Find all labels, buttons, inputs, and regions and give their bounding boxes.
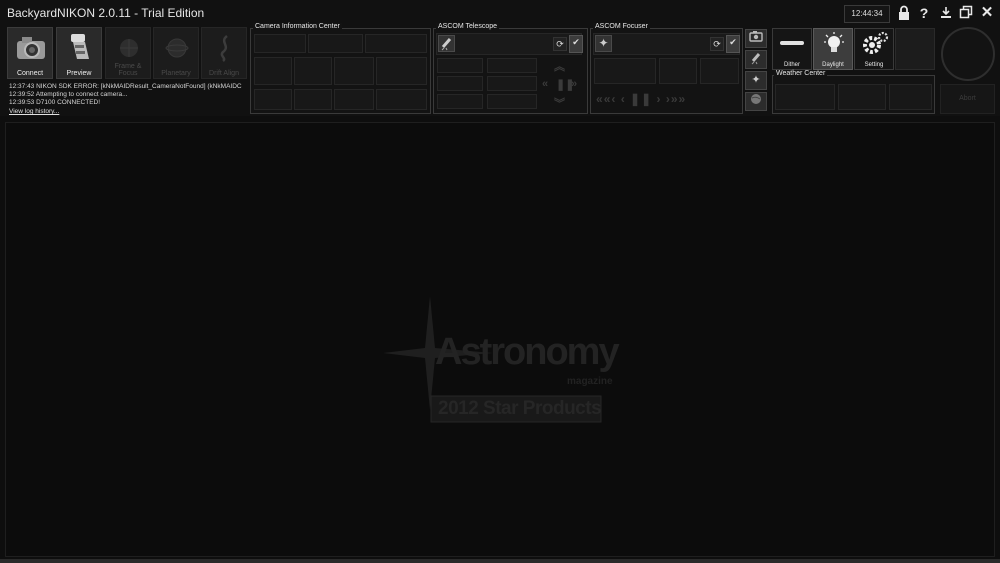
focuser-readout <box>700 58 739 84</box>
frame-focus-button[interactable]: Frame & Focus <box>105 27 151 79</box>
globe-side-icon[interactable] <box>745 92 767 111</box>
camera-info-cell <box>365 34 427 53</box>
camera-info-cell <box>294 89 332 110</box>
preview-button[interactable]: Preview <box>56 27 102 79</box>
logo-award: 2012 Star Products <box>438 398 602 419</box>
drift-align-label: Drift Align <box>209 70 239 77</box>
setting-label: Setting <box>864 62 884 68</box>
star-side-icon[interactable]: ✦ <box>745 71 767 90</box>
dither-label: Dither <box>783 62 800 68</box>
camera-icon <box>15 32 47 67</box>
focus-out-icon[interactable]: » <box>671 92 679 106</box>
telescope-icon <box>438 35 455 52</box>
daylight-button[interactable]: Daylight <box>813 28 853 70</box>
focuser-move-controls[interactable]: ««‹ ‹ ❚❚ › ›»» <box>596 92 740 108</box>
log-line: 12:37:43 NIKON SDK ERROR: [kNkMAIDResult… <box>9 83 242 90</box>
slew-left-icon[interactable]: « <box>542 78 548 90</box>
drift-align-icon <box>217 34 233 67</box>
telescope-readout <box>487 94 537 109</box>
telescope-readout <box>437 76 483 91</box>
telescope-title: ASCOM Telescope <box>436 23 500 30</box>
focus-out-fast-icon[interactable]: » <box>679 92 687 106</box>
focuser-readout <box>659 58 697 84</box>
focus-stop-icon[interactable]: ❚❚ <box>630 92 652 106</box>
connect-label: Connect <box>16 70 44 77</box>
empty-mode-slot <box>895 28 935 70</box>
minimize-icon[interactable] <box>938 5 954 21</box>
camera-info-cell <box>376 89 427 110</box>
drift-align-button[interactable]: Drift Align <box>201 27 247 79</box>
preview-label: Preview <box>66 70 92 77</box>
camera-info-title: Camera Information Center <box>253 23 342 30</box>
clock-display: 12:44:34 <box>844 5 890 23</box>
window-title: BackyardNIKON 2.0.11 - Trial Edition <box>7 6 205 20</box>
close-icon[interactable]: ✕ <box>979 5 995 21</box>
planetary-button[interactable]: Planetary <box>153 27 199 79</box>
planet-icon <box>165 36 189 65</box>
setting-button[interactable]: Setting <box>854 28 894 70</box>
focus-in-fast-icon[interactable]: « <box>596 92 604 106</box>
camera-info-cell <box>308 34 363 53</box>
telescope-readout <box>487 58 537 73</box>
telescope-side-icon[interactable] <box>745 50 767 69</box>
slew-right-icon[interactable]: » <box>571 78 577 90</box>
log-line: 12:39:52 Attempting to connect camera... <box>9 91 128 98</box>
restore-icon[interactable] <box>958 5 974 21</box>
help-icon[interactable]: ? <box>916 5 932 21</box>
weather-title: Weather Center <box>774 70 828 77</box>
camera-info-cell <box>334 89 374 110</box>
status-bar <box>0 559 1000 563</box>
view-log-history-link[interactable]: View log history... <box>9 108 59 115</box>
weather-cell <box>838 84 886 110</box>
telescope-readout <box>437 94 483 109</box>
camera-info-cell <box>254 89 292 110</box>
weather-cell <box>775 84 835 110</box>
camera-info-cell <box>334 57 374 85</box>
camera-info-cell <box>376 57 427 85</box>
telescope-readout <box>437 58 483 73</box>
focuser-setup-icon[interactable]: ⟳ <box>710 37 724 51</box>
frame-focus-icon <box>117 36 141 65</box>
camera-info-cell <box>294 57 332 85</box>
weather-cell <box>889 84 932 110</box>
telescope-setup-icon[interactable]: ⟳ <box>553 37 567 51</box>
gear-icon <box>860 31 890 62</box>
film-roll-icon <box>67 31 93 68</box>
focuser-connect-icon[interactable]: ✔ <box>726 35 740 53</box>
progress-dial <box>941 27 995 81</box>
dither-button[interactable]: Dither <box>772 28 812 70</box>
daylight-label: Daylight <box>822 62 844 68</box>
telescope-readout <box>487 76 537 91</box>
frame-focus-label: Frame & Focus <box>114 63 142 77</box>
logo-subtitle: magazine <box>567 376 613 387</box>
focuser-readout <box>594 58 656 84</box>
focus-in-slow-icon[interactable]: ‹ <box>611 92 616 106</box>
lightbulb-icon <box>823 31 845 64</box>
focuser-title: ASCOM Focuser <box>593 23 650 30</box>
slew-down-icon[interactable]: ︾ <box>554 95 565 111</box>
astronomy-magazine-logo: Astronomy magazine 2012 Star Products <box>383 296 623 426</box>
camera-side-icon[interactable] <box>745 29 767 48</box>
camera-info-cell <box>254 57 292 85</box>
slew-up-icon[interactable]: ︽ <box>554 58 565 74</box>
camera-info-cell <box>254 34 306 53</box>
connect-button[interactable]: Connect <box>7 27 53 79</box>
dither-icon <box>780 41 804 45</box>
focuser-star-icon: ✦ <box>595 35 612 52</box>
telescope-connect-icon[interactable]: ✔ <box>569 35 583 53</box>
logo-brand: Astronomy <box>435 331 620 373</box>
log-line: 12:39:53 D7100 CONNECTED! <box>9 99 101 106</box>
lock-icon[interactable] <box>896 5 912 21</box>
planetary-label: Planetary <box>161 70 191 77</box>
abort-button[interactable]: Abort <box>940 84 995 114</box>
